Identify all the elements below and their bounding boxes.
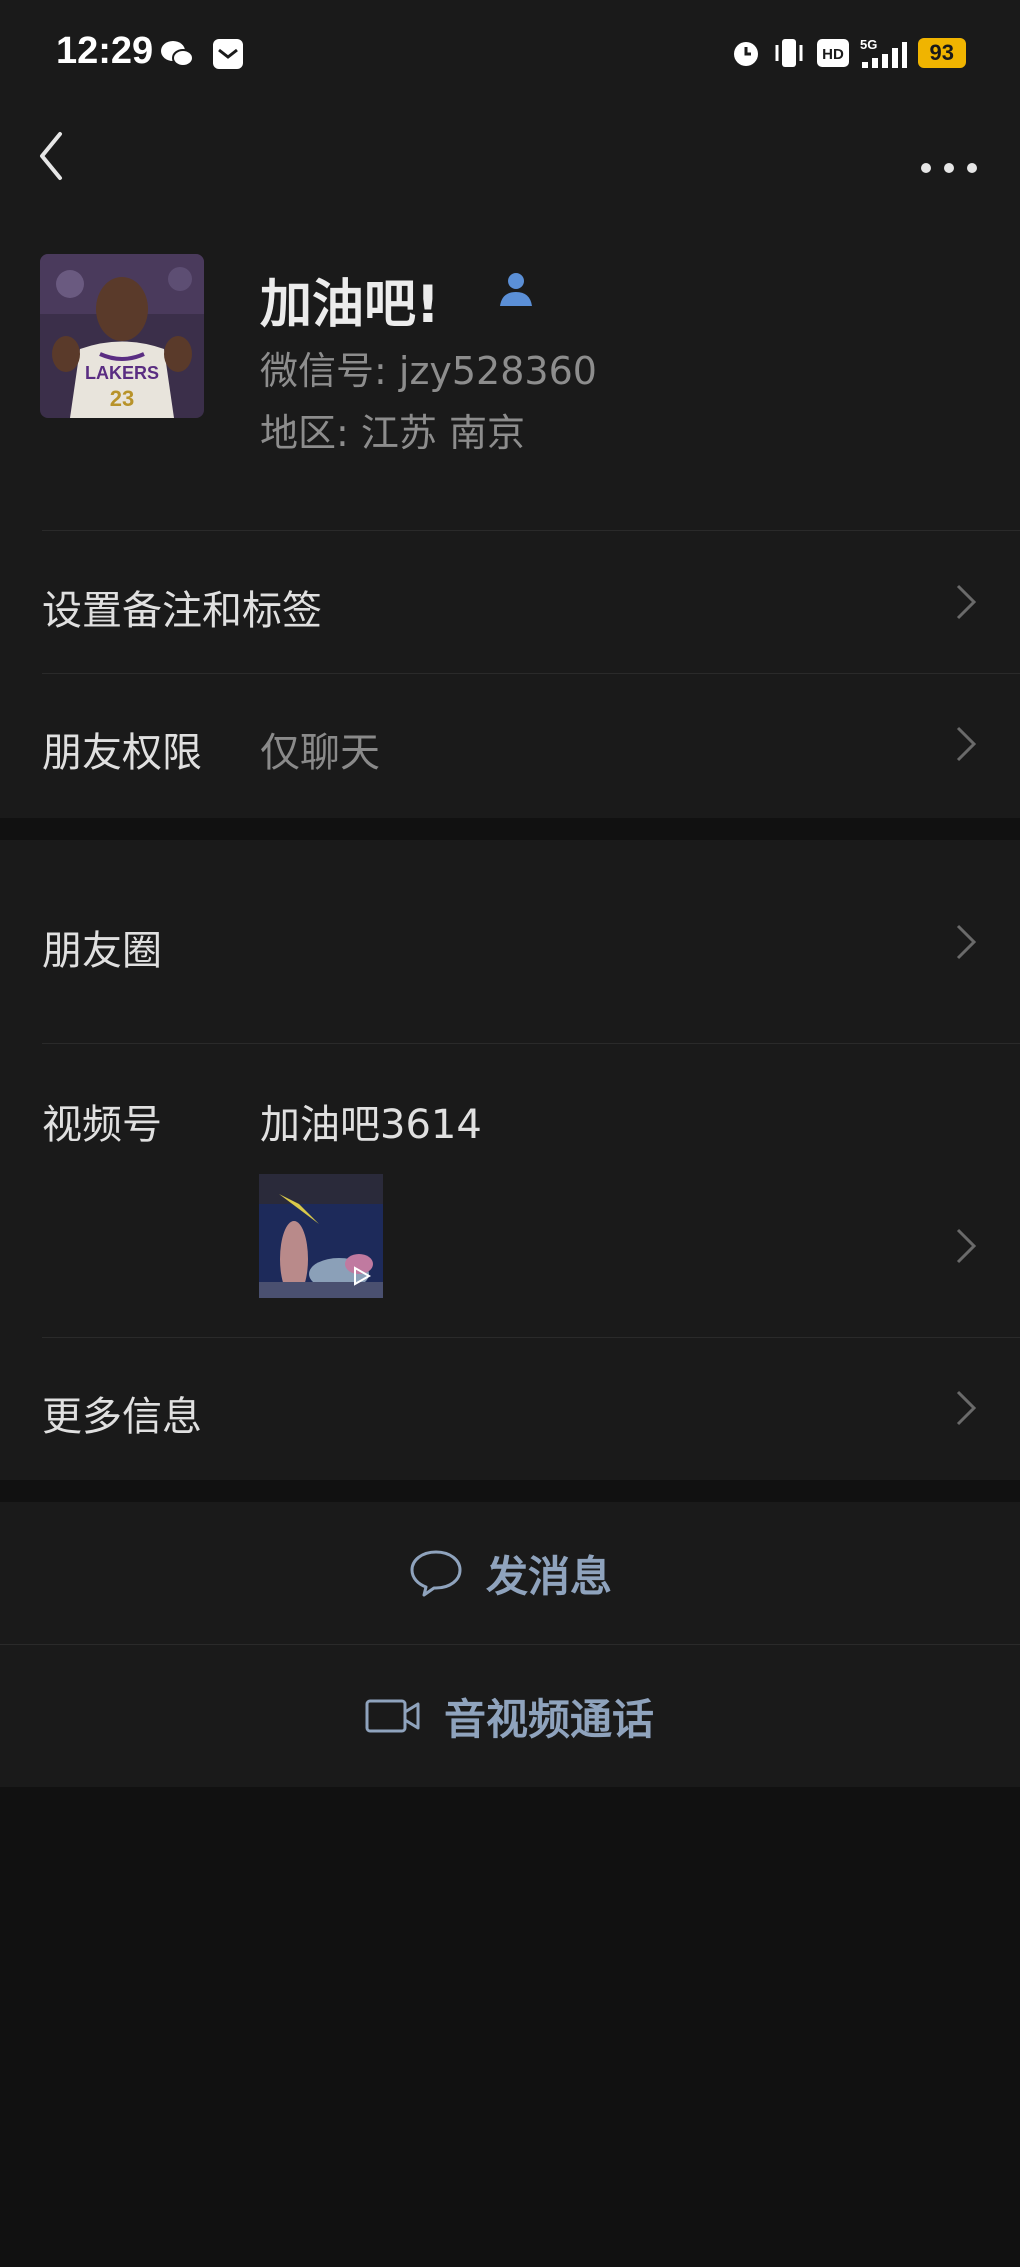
profile-wechat-id: 微信号: jzy528360 xyxy=(260,349,597,393)
video-call-label: 音视频通话 xyxy=(444,1694,655,1744)
wechat-icon xyxy=(161,41,194,67)
profile-region: 地区: 江苏 南京 xyxy=(260,411,525,455)
svg-text:5G: 5G xyxy=(860,37,877,52)
svg-text:LAKERS: LAKERS xyxy=(85,363,159,383)
remark-tags-label: 设置备注和标签 xyxy=(42,588,322,634)
chevron-right-icon xyxy=(956,584,977,620)
more-info-row[interactable]: 更多信息 xyxy=(0,1338,1020,1480)
settings-group: 设置备注和标签 朋友权限 仅聊天 xyxy=(0,530,1020,818)
contact-icon xyxy=(500,273,532,306)
friend-permission-row[interactable]: 朋友权限 仅聊天 xyxy=(0,674,1020,816)
top-bar xyxy=(0,110,1020,200)
video-camera-icon xyxy=(365,1699,420,1733)
battery-indicator: 93 xyxy=(917,38,966,68)
svg-text:23: 23 xyxy=(110,386,134,411)
profile-nickname: 加油吧! xyxy=(260,275,440,335)
remark-tags-row[interactable]: 设置备注和标签 xyxy=(0,530,1020,672)
status-bar: 12:29 HD 5G 93 xyxy=(0,0,1020,110)
moments-label: 朋友圈 xyxy=(42,928,162,974)
more-options-icon[interactable] xyxy=(914,126,984,186)
more-info-label: 更多信息 xyxy=(42,1394,202,1440)
friend-permission-label: 朋友权限 xyxy=(42,730,202,776)
social-group: 朋友圈 视频号 加油吧3614 更多信息 xyxy=(0,840,1020,1480)
chevron-right-icon xyxy=(956,1228,977,1264)
back-icon[interactable] xyxy=(30,126,90,186)
channels-label: 视频号 xyxy=(42,1102,162,1148)
friend-permission-value: 仅聊天 xyxy=(260,730,380,776)
signal-5g-icon: 5G xyxy=(860,37,907,68)
channels-name: 加油吧3614 xyxy=(260,1102,482,1148)
vibrate-icon xyxy=(775,39,803,67)
send-message-label: 发消息 xyxy=(486,1551,613,1601)
profile-header: LAKERS 23 加油吧! 微信号: jzy528360 地区: 江苏 南京 xyxy=(0,200,1020,530)
avatar[interactable]: LAKERS 23 xyxy=(40,254,204,418)
hd-icon: HD xyxy=(816,39,849,67)
chat-bubble-icon xyxy=(410,1550,462,1597)
video-call-button[interactable]: 音视频通话 xyxy=(0,1645,1020,1787)
channels-row[interactable]: 视频号 加油吧3614 xyxy=(0,1044,1020,1336)
svg-text:HD: HD xyxy=(822,46,844,63)
chevron-right-icon xyxy=(956,924,977,960)
chevron-right-icon xyxy=(956,726,977,762)
alarm-icon xyxy=(733,42,758,66)
mail-icon xyxy=(213,39,243,69)
moments-row[interactable]: 朋友圈 xyxy=(0,840,1020,1042)
status-time: 12:29 xyxy=(56,30,154,72)
chevron-right-icon xyxy=(956,1390,977,1426)
send-message-button[interactable]: 发消息 xyxy=(0,1502,1020,1644)
channels-video-thumbnail[interactable] xyxy=(259,1174,383,1298)
